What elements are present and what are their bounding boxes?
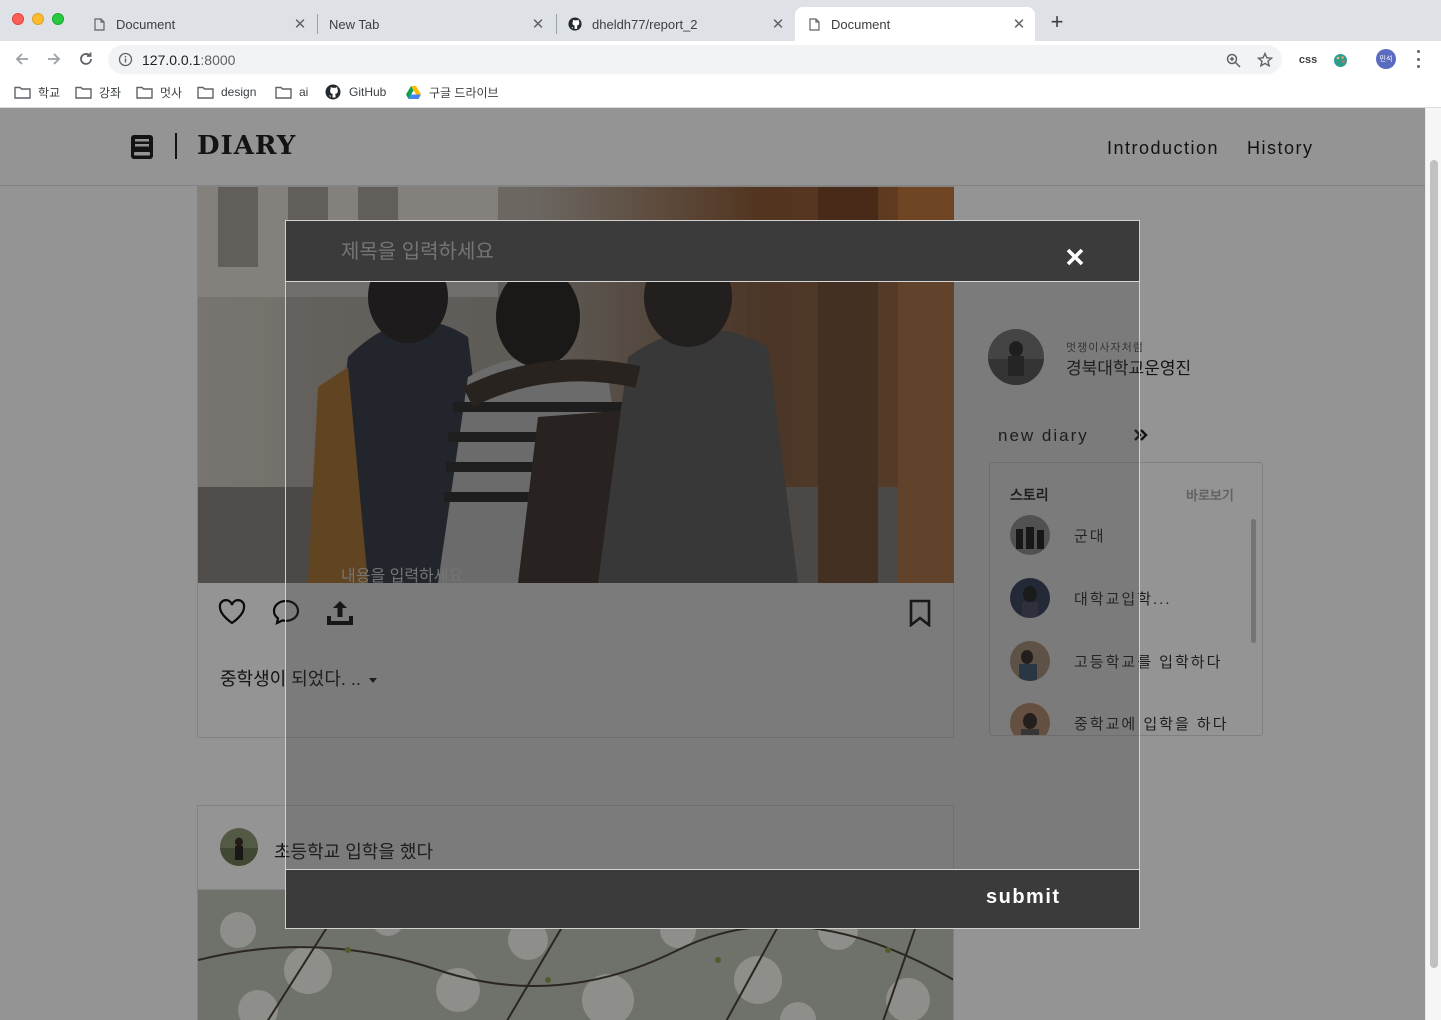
minimize-window-button[interactable] <box>32 13 44 25</box>
close-tab-icon[interactable]: ✕ <box>1011 16 1027 33</box>
bookmark-folder[interactable]: ai <box>275 83 308 101</box>
page-scrollbar-thumb[interactable] <box>1430 160 1438 968</box>
browser-toolbar: 127.0.0.1:8000 css 민석 <box>0 41 1441 77</box>
bookmark-link[interactable]: GitHub <box>325 83 386 101</box>
address-url: 127.0.0.1:8000 <box>142 52 235 68</box>
browser-menu-icon[interactable] <box>1411 50 1425 68</box>
close-window-button[interactable] <box>12 13 24 25</box>
page-viewport: DIARY Introduction History 중학생이 되었다. .. … <box>0 108 1425 1020</box>
tab-title: New Tab <box>329 16 380 32</box>
close-icon[interactable] <box>1066 248 1084 266</box>
google-drive-icon <box>405 85 423 99</box>
browser-tab[interactable]: Document ✕ <box>80 7 316 41</box>
submit-button[interactable]: submit <box>986 886 1061 909</box>
github-icon <box>325 84 343 100</box>
document-icon <box>807 17 821 31</box>
modal-body <box>286 282 1139 869</box>
profile-avatar-button[interactable]: 민석 <box>1376 49 1396 69</box>
url-host: 127.0.0.1 <box>142 52 201 68</box>
content-textarea[interactable] <box>341 562 1101 852</box>
bookmark-folder[interactable]: 학교 <box>14 83 60 101</box>
bookmark-folder[interactable]: design <box>197 83 256 101</box>
address-bar[interactable]: 127.0.0.1:8000 <box>108 45 1282 74</box>
reload-icon[interactable] <box>75 48 97 70</box>
folder-icon <box>75 85 93 99</box>
browser-tab[interactable]: New Tab ✕ <box>318 7 554 41</box>
modal-footer: submit <box>286 869 1139 928</box>
browser-tab-active[interactable]: Document ✕ <box>795 7 1035 41</box>
folder-icon <box>275 85 293 99</box>
page-scrollbar[interactable] <box>1425 108 1441 1020</box>
zoom-icon[interactable] <box>1224 51 1242 69</box>
new-tab-button[interactable]: + <box>1046 11 1068 34</box>
bookmark-label: 구글 드라이브 <box>429 85 499 100</box>
bookmark-link[interactable]: 구글 드라이브 <box>405 83 499 101</box>
bookmark-star-icon[interactable] <box>1256 51 1274 69</box>
document-icon <box>92 17 106 31</box>
bookmark-label: ai <box>299 85 309 99</box>
tab-title: dheldh77/report_2 <box>592 16 698 32</box>
folder-icon <box>197 85 215 99</box>
url-port: :8000 <box>200 52 236 68</box>
css-extension-icon[interactable]: css <box>1299 51 1317 69</box>
tab-title: Document <box>831 16 891 32</box>
github-icon <box>568 17 582 31</box>
new-diary-modal: submit <box>285 220 1140 929</box>
bookmark-label: 멋사 <box>160 85 183 100</box>
palette-extension-icon[interactable] <box>1331 51 1349 69</box>
close-tab-icon[interactable]: ✕ <box>770 16 786 33</box>
bookmark-label: 학교 <box>38 85 61 100</box>
browser-tab-bar: Document ✕ New Tab ✕ dheldh77/report_2 ✕… <box>0 0 1441 41</box>
back-arrow-icon[interactable] <box>11 48 33 70</box>
modal-header <box>286 221 1139 282</box>
info-icon[interactable] <box>118 52 133 67</box>
tab-title: Document <box>116 16 176 32</box>
folder-icon <box>14 85 32 99</box>
fullscreen-window-button[interactable] <box>52 13 64 25</box>
close-tab-icon[interactable]: ✕ <box>530 16 546 33</box>
forward-arrow-icon[interactable] <box>43 48 65 70</box>
close-tab-icon[interactable]: ✕ <box>292 16 308 33</box>
browser-tab[interactable]: dheldh77/report_2 ✕ <box>556 7 794 41</box>
bookmark-folder[interactable]: 멋사 <box>136 83 182 101</box>
bookmarks-bar: 학교 강좌 멋사 design ai GitHub 구글 드라이브 <box>0 77 1441 108</box>
bookmark-label: 강좌 <box>99 85 122 100</box>
folder-icon <box>136 85 154 99</box>
bookmark-label: design <box>221 85 257 99</box>
title-input[interactable] <box>341 236 941 268</box>
bookmark-folder[interactable]: 강좌 <box>75 83 121 101</box>
bookmark-label: GitHub <box>349 85 387 99</box>
